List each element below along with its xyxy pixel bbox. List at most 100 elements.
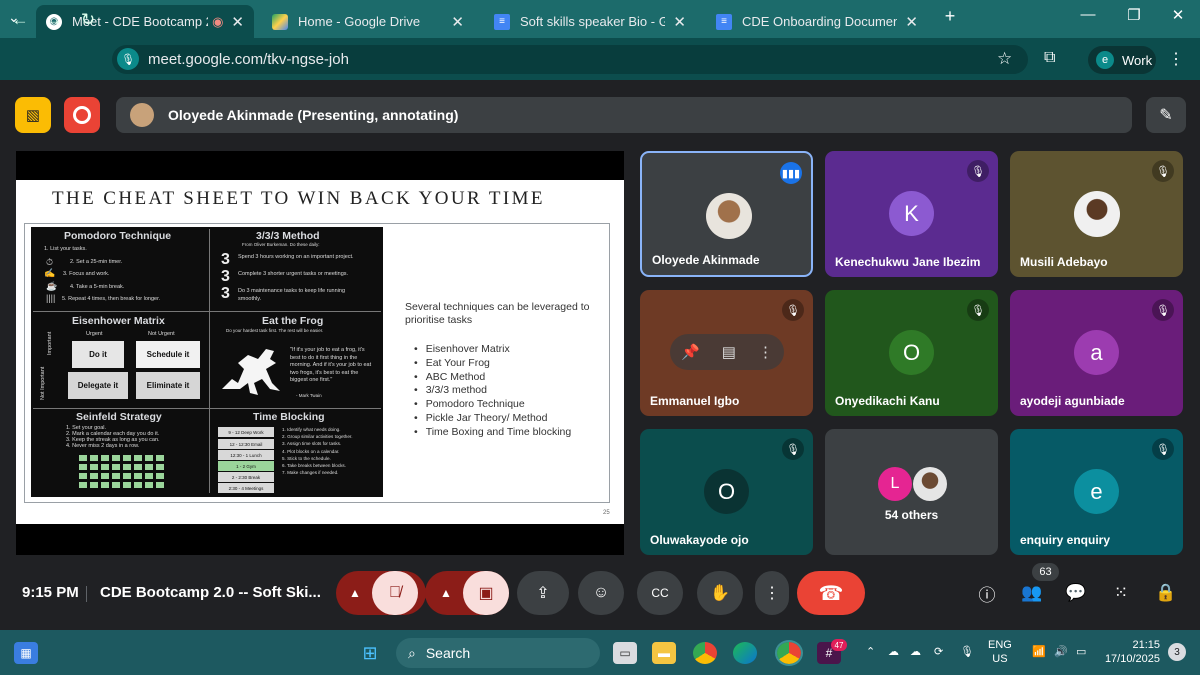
stop-presenting-icon[interactable]: ▧ — [15, 97, 51, 133]
calendar-day-cell — [90, 455, 98, 461]
tab-onboarding-doc[interactable]: ≡ CDE Onboarding Document - G ✕ — [706, 5, 928, 38]
frog-subtitle: Do your hardest task first. The rest wil… — [226, 328, 324, 333]
onedrive-icon[interactable]: ☁ — [888, 645, 899, 659]
leave-call-button[interactable]: ☎ — [797, 571, 865, 615]
recording-button[interactable] — [64, 97, 100, 133]
timeblocking-step: 2. Group similar activities together. — [282, 434, 353, 440]
tab-drive[interactable]: Home - Google Drive ✕ — [262, 5, 474, 38]
pomodoro-step: 2. Set a 25-min timer. — [70, 259, 123, 265]
seinfeld-title: Seinfeld Strategy — [76, 411, 162, 423]
notification-count[interactable]: 3 — [1168, 643, 1186, 661]
time-block: 1 - 2 Gym — [218, 461, 274, 471]
people-icon[interactable]: 👥 — [1020, 582, 1044, 604]
meeting-info-icon[interactable]: ⓘ — [975, 582, 999, 605]
present-button[interactable]: ⇪ — [517, 571, 569, 615]
microphone-permission-icon[interactable]: 🎙 — [117, 48, 139, 70]
participant-name: Emmanuel Igbo — [650, 394, 740, 408]
taskbar-clock[interactable]: 21:15 17/10/2025 — [1102, 638, 1160, 666]
participant-initial: a — [1074, 330, 1119, 375]
more-options-icon[interactable]: ⋮ — [758, 343, 773, 361]
pomodoro-step: 5. Repeat 4 times, then break for longer… — [62, 296, 161, 302]
minimize-icon[interactable]: — — [1068, 6, 1108, 23]
new-tab-button[interactable]: + — [930, 6, 970, 27]
host-controls-icon[interactable]: 🔒 — [1154, 582, 1178, 604]
numeral-3: 3 — [221, 251, 230, 268]
language-indicator[interactable]: ENG US — [988, 638, 1012, 666]
schedule-it-cell: Schedule it — [136, 341, 200, 368]
participant-tile[interactable]: 🎙 Musili Adebayo — [1010, 151, 1183, 277]
emoji-button[interactable]: ☺ — [578, 571, 624, 615]
file-explorer-icon[interactable]: ▬ — [652, 642, 676, 664]
remove-tile-icon[interactable]: ▤ — [722, 343, 736, 361]
participant-tile[interactable]: O 🎙 Oluwakayode ojo — [640, 429, 813, 555]
muted-mic-icon: 🎙 — [1152, 299, 1174, 321]
url-text[interactable]: meet.google.com/tkv-ngse-joh — [148, 51, 349, 68]
edge-icon[interactable] — [733, 642, 757, 664]
participant-tile[interactable]: O 🎙 Onyedikachi Kanu — [825, 290, 998, 416]
restore-icon[interactable]: ❐ — [1114, 6, 1154, 24]
others-count: 54 others — [884, 508, 939, 522]
browser-menu-icon[interactable]: ⋮ — [1168, 49, 1184, 69]
captions-button[interactable]: CC — [637, 571, 683, 615]
tab-soft-skills-bio[interactable]: ≡ Soft skills speaker Bio - Google ✕ — [484, 5, 696, 38]
sync-icon[interactable]: ⟳ — [934, 645, 943, 659]
widgets-icon[interactable]: ▦ — [14, 642, 38, 664]
microphone-tray-icon[interactable]: 🎙 — [960, 645, 974, 659]
reload-icon[interactable]: ↻ — [76, 10, 100, 30]
time-block: 2 - 2:30 Break — [218, 472, 274, 482]
participant-tile[interactable]: 📌 ▤ ⋮ 🎙 Emmanuel Igbo — [640, 290, 813, 416]
calendar-day-cell — [156, 455, 164, 461]
participant-tile[interactable]: ▮▮▮ Oloyede Akinmade — [640, 151, 813, 277]
activities-icon[interactable]: ⁙ — [1109, 582, 1133, 604]
close-window-icon[interactable]: ✕ — [1158, 6, 1198, 24]
participant-tile[interactable]: K 🎙 Kenechukwu Jane Ibezim — [825, 151, 998, 277]
close-tab-icon[interactable]: ✕ — [231, 13, 244, 31]
tab-meet[interactable]: ◉ Meet - CDE Bootcamp 2.0 ◉ ✕ — [36, 5, 254, 38]
speaking-indicator-icon: ▮▮▮ — [780, 162, 802, 184]
others-tile[interactable]: L 54 others — [825, 429, 998, 555]
calendar-day-cell — [134, 455, 142, 461]
camera-off-button[interactable]: ▣ — [463, 571, 509, 615]
chat-icon[interactable]: 💬 — [1064, 582, 1088, 604]
docs-icon: ≡ — [716, 13, 732, 30]
delegate-it-cell: Delegate it — [68, 372, 128, 399]
calendar-day-cell — [134, 464, 142, 470]
more-options-button[interactable]: ⋮ — [755, 571, 789, 615]
not-urgent-label: Not Urgent — [148, 331, 175, 337]
battery-icon[interactable]: ▭ — [1076, 645, 1086, 659]
microphone-off-button[interactable]: 🎙̸ — [372, 571, 418, 615]
audio-options-chevron-icon[interactable]: ▲ — [341, 571, 369, 615]
close-tab-icon[interactable]: ✕ — [451, 13, 464, 31]
close-tab-icon[interactable]: ✕ — [905, 13, 918, 31]
bookmark-star-icon[interactable]: ☆ — [997, 49, 1012, 69]
cloud-icon[interactable]: ☁ — [910, 645, 921, 659]
close-tab-icon[interactable]: ✕ — [673, 13, 686, 31]
tray-overflow-icon[interactable]: ⌃ — [866, 645, 875, 659]
chrome-icon[interactable] — [693, 642, 717, 664]
taskbar-search[interactable]: ⌕ Search — [396, 638, 600, 668]
numeral-3: 3 — [221, 268, 230, 285]
extensions-icon[interactable]: ⧉ — [1044, 49, 1055, 67]
task-view-icon[interactable]: ▭ — [613, 642, 637, 664]
time-block: 2:30 - 4 Meetings — [218, 483, 274, 493]
pomodoro-step: 1. List your tasks. — [44, 246, 87, 252]
chrome-profile-icon[interactable] — [775, 640, 803, 666]
volume-icon[interactable]: 🔊 — [1054, 645, 1068, 659]
forward-icon[interactable]: → — [42, 10, 66, 30]
pin-icon[interactable]: 📌 — [681, 343, 700, 361]
video-options-chevron-icon[interactable]: ▲ — [432, 571, 460, 615]
back-icon[interactable]: ← — [8, 10, 32, 30]
participant-tile[interactable]: e 🎙 enquiry enquiry — [1010, 429, 1183, 555]
method333-subtitle: From Oliver Burkeman. Do these daily: — [242, 242, 320, 247]
participant-tile[interactable]: a 🎙 ayodeji agunbiade — [1010, 290, 1183, 416]
timeblocking-step: 4. Plot blocks on a calendar. — [282, 448, 340, 454]
start-icon[interactable]: ⊞ — [358, 642, 382, 664]
annotate-pencil-icon[interactable]: ✎ — [1146, 97, 1186, 133]
calendar-day-cell — [134, 482, 142, 488]
timeblocking-step: 1. Identify what needs doing. — [282, 427, 341, 432]
raise-hand-button[interactable]: ✋ — [697, 571, 743, 615]
profile-button[interactable]: e Work — [1088, 46, 1156, 74]
calendar-day-cell — [156, 482, 164, 488]
wifi-icon[interactable]: 📶 — [1032, 645, 1046, 659]
calendar-day-cell — [112, 464, 120, 470]
